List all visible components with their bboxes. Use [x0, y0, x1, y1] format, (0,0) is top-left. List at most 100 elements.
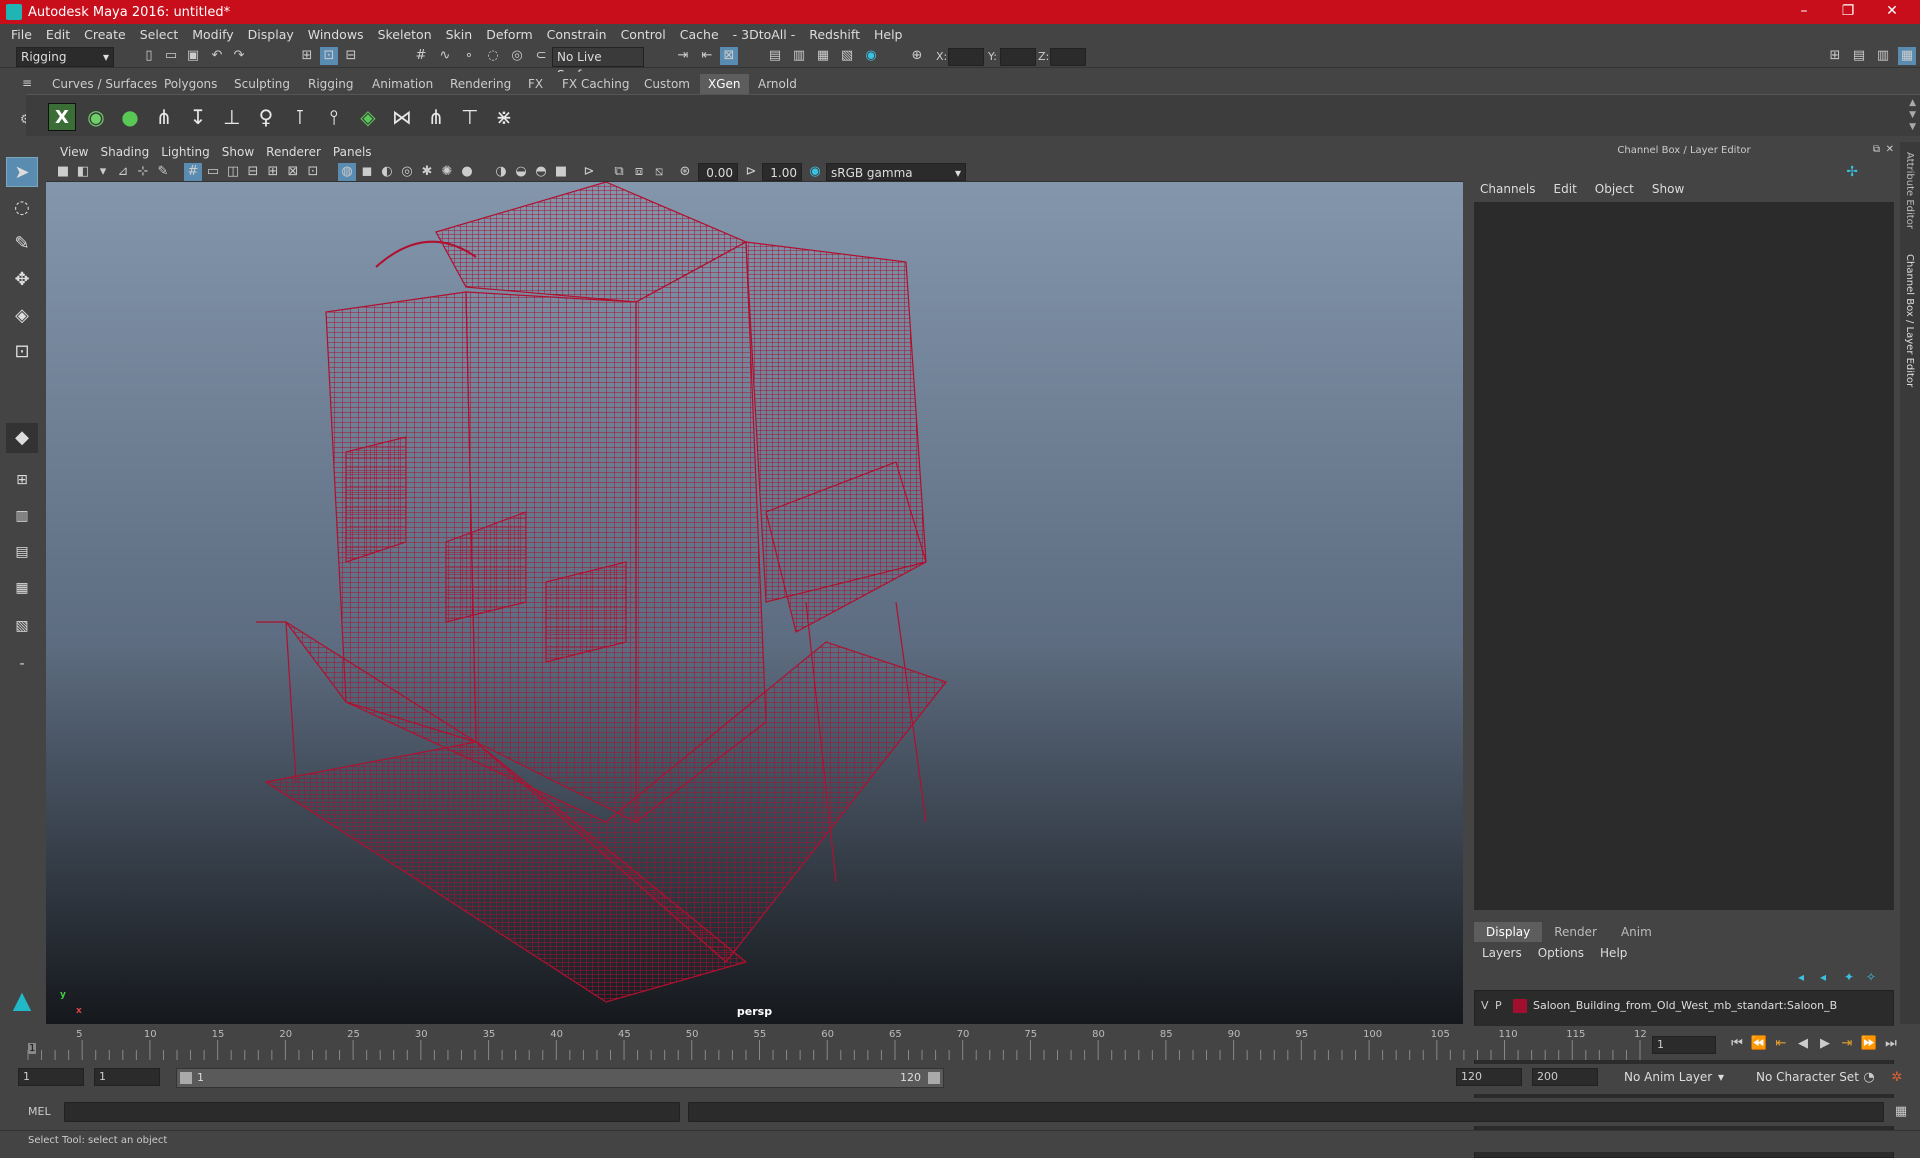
- field-chart-icon[interactable]: ⊟: [244, 163, 262, 181]
- time-slider[interactable]: 5 10 15 20 25 30 35 40 45 50 55 60 65 70 75 80 85 90 95 100…: [26, 1026, 1646, 1060]
- cb-menu-object[interactable]: Object: [1595, 182, 1634, 196]
- vp-menu-shading[interactable]: Shading: [94, 145, 155, 159]
- snap-curve-icon[interactable]: ∿: [436, 47, 454, 65]
- animation-start-field[interactable]: 1: [18, 1068, 84, 1086]
- select-component-icon[interactable]: ⊟: [342, 47, 360, 65]
- xgen-preview-icon[interactable]: ◉: [82, 103, 110, 131]
- transform-mode-icon[interactable]: ⊕: [908, 47, 926, 65]
- ipr-render-icon[interactable]: ▥: [790, 47, 808, 65]
- z-field[interactable]: [1050, 48, 1086, 66]
- y-field[interactable]: [1000, 48, 1036, 66]
- step-forward-frame-icon[interactable]: ⏩: [1860, 1035, 1878, 1053]
- minimize-button[interactable]: –: [1784, 0, 1824, 24]
- command-language-label[interactable]: MEL: [28, 1105, 51, 1118]
- xray-icon[interactable]: ✱: [418, 163, 436, 181]
- tab-curves-surfaces[interactable]: Curves / Surfaces: [44, 74, 165, 94]
- bookmark-icon[interactable]: ▾: [94, 163, 112, 181]
- modeling-toolkit-icon[interactable]: ⊞: [1826, 47, 1844, 65]
- move-tool-icon[interactable]: ✥: [6, 265, 38, 295]
- select-object-icon[interactable]: ⊡: [320, 47, 338, 65]
- layer-menu-options[interactable]: Options: [1538, 946, 1584, 960]
- motion-blur-icon[interactable]: ◓: [532, 163, 550, 181]
- range-start-handle[interactable]: [180, 1072, 192, 1084]
- current-frame-field[interactable]: 1: [1652, 1036, 1716, 1054]
- xgen-lock-length-icon[interactable]: ⊺: [286, 103, 314, 131]
- move-layer-up-icon[interactable]: ◂: [1798, 970, 1804, 984]
- new-layer-selected-icon[interactable]: ✧: [1866, 970, 1876, 984]
- tab-rendering[interactable]: Rendering: [442, 74, 519, 94]
- snap-magnet-icon[interactable]: ⊂: [532, 47, 550, 65]
- tab-fx[interactable]: FX: [520, 74, 551, 94]
- select-tool-icon[interactable]: ➤: [6, 157, 38, 187]
- menu-constrain[interactable]: Constrain: [540, 27, 614, 42]
- play-forwards-icon[interactable]: ▶: [1816, 1035, 1834, 1053]
- tab-polygons[interactable]: Polygons: [156, 74, 225, 94]
- render-settings-icon[interactable]: ▦: [814, 47, 832, 65]
- xgen-comb-icon[interactable]: ⋔: [422, 103, 450, 131]
- shelf-scroll-arrows-icon[interactable]: ▲ ▼ ▼: [1909, 97, 1916, 133]
- go-to-end-icon[interactable]: ⏭: [1882, 1035, 1900, 1053]
- save-scene-icon[interactable]: ▣: [184, 47, 202, 65]
- shelf-menu-icon[interactable]: ≡: [22, 76, 32, 90]
- film-gate-icon[interactable]: ⊹: [134, 163, 152, 181]
- menu-set-dropdown[interactable]: Rigging ▾: [16, 47, 114, 67]
- animation-preferences-icon[interactable]: ✲: [1888, 1069, 1906, 1087]
- exposure-icon[interactable]: ⊛: [676, 163, 694, 181]
- layer-color-swatch[interactable]: [1513, 999, 1527, 1013]
- range-slider[interactable]: 1 120: [176, 1068, 944, 1088]
- live-surface-field[interactable]: No Live Surface: [552, 47, 644, 82]
- menu-select[interactable]: Select: [133, 27, 186, 42]
- tab-animation[interactable]: Animation: [364, 74, 441, 94]
- vp-menu-renderer[interactable]: Renderer: [260, 145, 327, 159]
- grease-pencil-icon[interactable]: ✎: [154, 163, 172, 181]
- command-input[interactable]: [64, 1102, 680, 1122]
- camera-select-icon[interactable]: ■: [54, 163, 72, 181]
- menu-windows[interactable]: Windows: [301, 27, 371, 42]
- menu-skin[interactable]: Skin: [439, 27, 480, 42]
- xray-joints-icon[interactable]: ⧉: [610, 163, 628, 181]
- render-globe-icon[interactable]: ◉: [862, 47, 880, 65]
- input-ops-icon[interactable]: ⇥: [674, 47, 692, 65]
- snap-point-icon[interactable]: ∘: [460, 47, 478, 65]
- default-material-icon[interactable]: ◐: [378, 163, 396, 181]
- tab-custom[interactable]: Custom: [636, 74, 698, 94]
- layer-menu-help[interactable]: Help: [1600, 946, 1627, 960]
- wireframe-shading-icon[interactable]: ◍: [338, 163, 356, 181]
- float-panel-icon[interactable]: ⧉: [1873, 144, 1880, 155]
- cb-menu-channels[interactable]: Channels: [1480, 182, 1536, 196]
- current-frame-marker[interactable]: 1: [28, 1043, 37, 1054]
- hypershade-layout-icon[interactable]: ▧: [6, 611, 38, 641]
- step-back-key-icon[interactable]: ⇤: [1772, 1035, 1790, 1053]
- collapse-toolbox-icon[interactable]: -: [6, 649, 38, 679]
- new-scene-icon[interactable]: ▯: [140, 47, 158, 65]
- tab-rigging[interactable]: Rigging: [300, 74, 361, 94]
- xgen-create-description-icon[interactable]: ●: [116, 103, 144, 131]
- xgen-add-guide-icon[interactable]: ↧: [184, 103, 212, 131]
- snap-grid-icon[interactable]: #: [412, 47, 430, 65]
- output-ops-icon[interactable]: ⇤: [698, 47, 716, 65]
- safe-title-icon[interactable]: ⊠: [284, 163, 302, 181]
- persp-outliner-layout-icon[interactable]: ▥: [6, 501, 38, 531]
- xgen-sculpt-icon[interactable]: ⋈: [388, 103, 416, 131]
- wireframe-on-shaded-icon[interactable]: ◎: [398, 163, 416, 181]
- xgen-guide-bend-icon[interactable]: ♀: [252, 103, 280, 131]
- vp-menu-panels[interactable]: Panels: [327, 145, 378, 159]
- undo-icon[interactable]: ↶: [208, 47, 226, 65]
- rotate-tool-icon[interactable]: ◈: [6, 301, 38, 331]
- tab-anim-layers[interactable]: Anim: [1609, 922, 1664, 942]
- layer-row[interactable]: V P Saloon_Building_from_Old_West_mb_sta…: [1475, 997, 1893, 1015]
- xgen-rebuild-icon[interactable]: ⫯: [320, 103, 348, 131]
- close-button[interactable]: ✕: [1872, 0, 1912, 24]
- tool-settings-toggle-icon[interactable]: ▥: [1874, 47, 1892, 65]
- xgen-groom-layer-icon[interactable]: ◈: [354, 103, 382, 131]
- persp-timeline-layout-icon[interactable]: ▦: [6, 573, 38, 603]
- select-hierarchy-icon[interactable]: ⊞: [298, 47, 316, 65]
- backface-culling-icon[interactable]: ⧅: [650, 163, 668, 181]
- tab-xgen[interactable]: XGen: [700, 74, 749, 94]
- gate-mask-icon[interactable]: ◫: [224, 163, 242, 181]
- layer-playback-toggle[interactable]: P: [1495, 999, 1502, 1012]
- menu-modify[interactable]: Modify: [185, 27, 240, 42]
- textured-icon[interactable]: ✺: [438, 163, 456, 181]
- menu-redshift[interactable]: Redshift: [802, 27, 867, 42]
- lasso-tool-icon[interactable]: ◌: [6, 193, 38, 223]
